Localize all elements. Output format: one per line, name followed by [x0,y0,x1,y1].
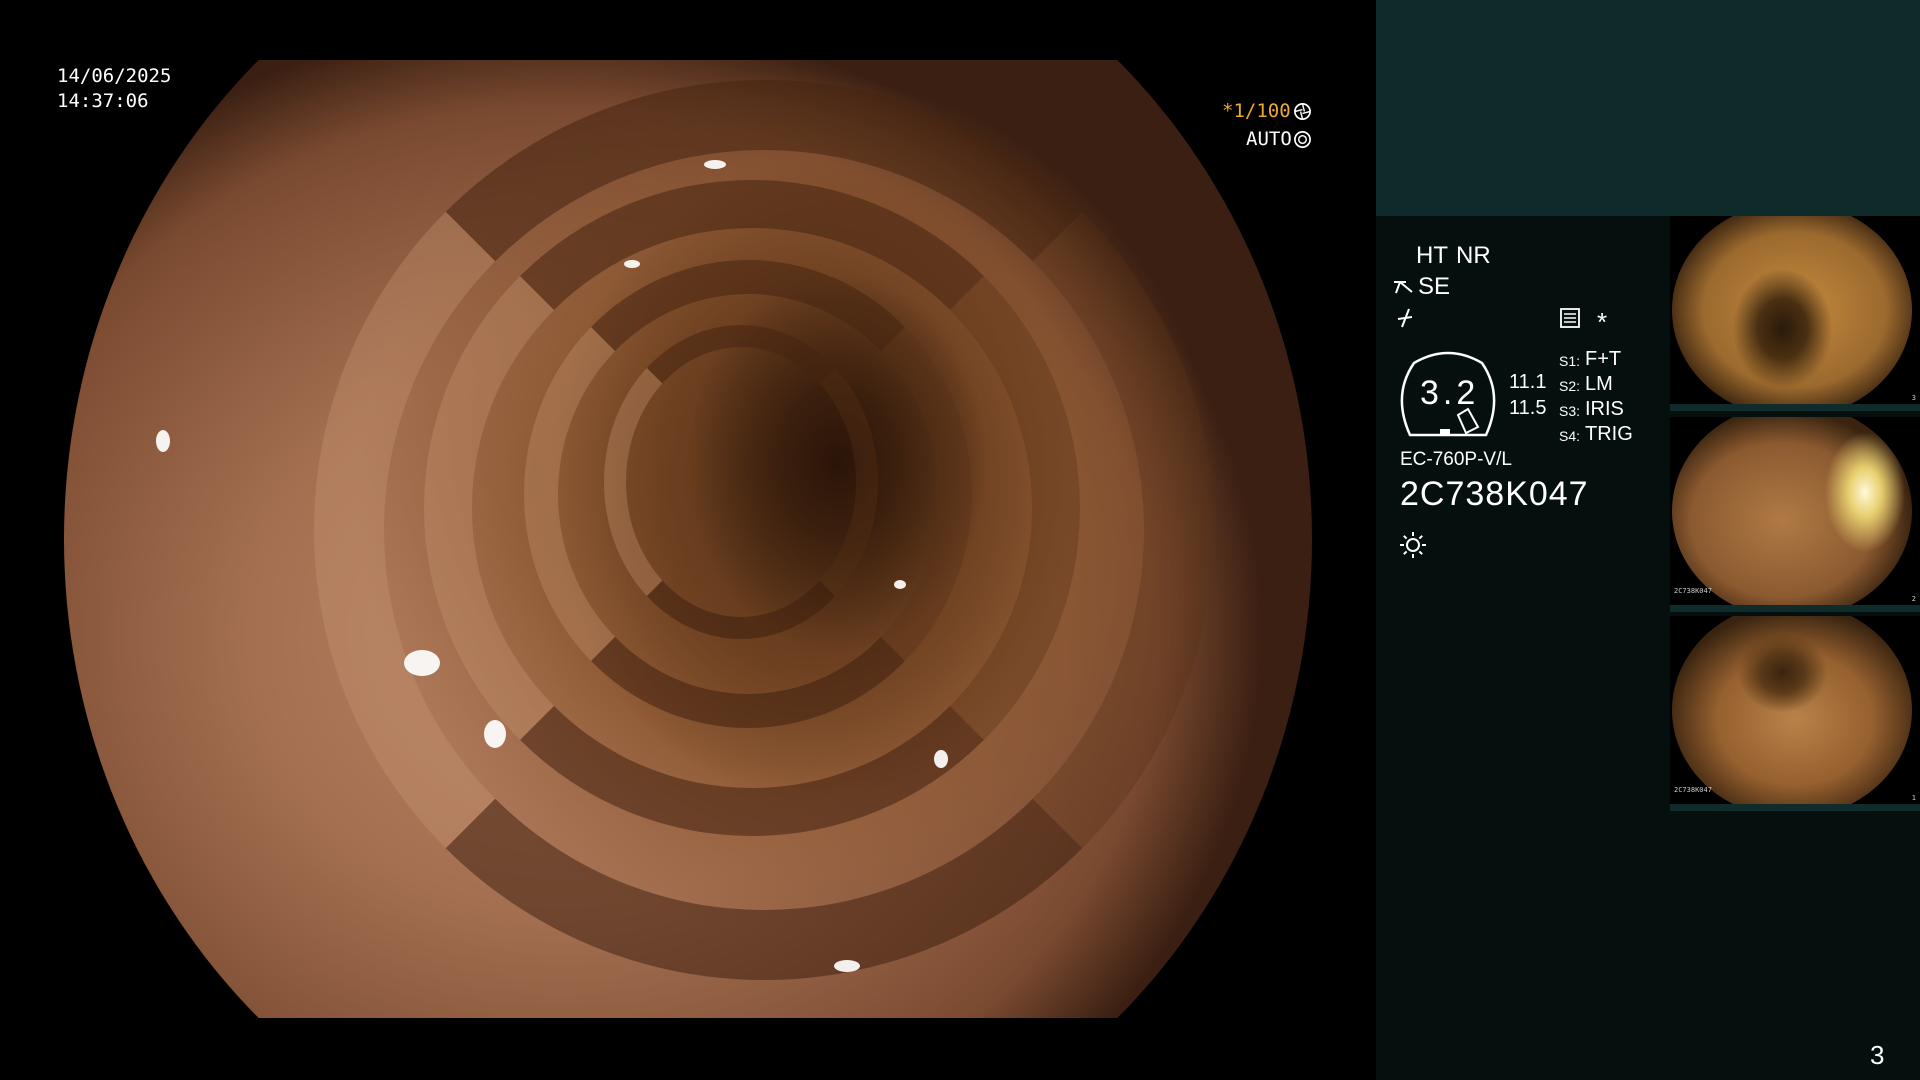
thumbnail-view [1672,216,1912,404]
memo-icon [1560,308,1580,328]
switch-value: IRIS [1585,398,1624,420]
scope-model: EC-760P-V/L [1400,449,1512,470]
nr-indicator: NR [1456,242,1491,269]
thumbnail-view [1672,417,1912,605]
specular-highlight [834,960,860,972]
thumbnail-index: 2 [1911,595,1916,603]
se-indicator: SE [1418,273,1451,300]
specular-highlight [894,580,906,589]
endoscope-image [64,60,1312,1018]
switch-key: S1: [1559,353,1581,369]
specular-highlight [404,650,440,676]
endoscope-main-view: 14/06/2025 14:37:06 *1/100 AUTO [0,0,1376,1080]
thumbnail-index: 1 [1911,794,1916,802]
thumbnail-view [1672,616,1912,804]
mucosal-fold [604,325,878,639]
switch-value: F+T [1585,348,1622,370]
patient-info-area [1376,0,1920,216]
switch-key: S4: [1559,428,1581,444]
thumbnail-image[interactable]: 3 [1670,216,1920,411]
structure-icon [1397,308,1413,328]
specular-highlight [934,750,948,768]
value-bottom: 11.5 [1509,397,1547,419]
thumbnail-serial: 2C738K047 [1674,786,1712,794]
thumbnail-image[interactable]: 2C738K047 1 [1670,616,1920,811]
iris-icon [1294,131,1311,148]
light-icon [1400,532,1426,558]
gauge-value: 3.2 [1420,374,1480,412]
shutter-icon [1294,103,1311,120]
specular-highlight [484,720,506,748]
iris-mode: AUTO [1246,128,1292,150]
ht-indicator: HT [1416,242,1448,269]
scope-serial: 2C738K047 [1400,475,1589,513]
value-top: 11.1 [1509,371,1547,393]
specular-highlight [624,260,640,268]
page-number: 3 [1870,1040,1885,1070]
switch-key: S2: [1559,378,1581,394]
thumbnail-serial: 2C738K047 [1674,587,1712,595]
switch-value: TRIG [1585,423,1633,445]
switch-key: S3: [1559,403,1581,419]
exam-date: 14/06/2025 [57,65,172,87]
exam-time: 14:37:06 [57,90,149,112]
shutter-speed: *1/100 [1222,100,1291,122]
specular-highlight [704,160,726,169]
asterisk-marker: * [1597,307,1608,337]
scissors-icon [1394,281,1413,294]
switch-value: LM [1585,373,1613,395]
specular-highlight [156,430,170,452]
thumbnail-image[interactable]: 2C738K047 2 [1670,417,1920,612]
thumbnail-index: 3 [1911,394,1916,402]
